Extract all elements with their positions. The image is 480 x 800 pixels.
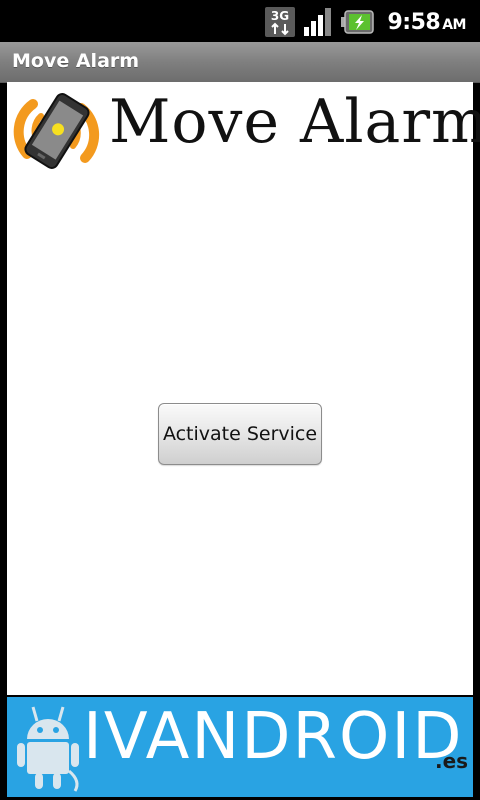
status-bar: 3G 9:58 AM [0, 0, 480, 42]
phone-screen: 3G 9:58 AM Move Alarm Move Alarm Activat… [0, 0, 480, 800]
battery-charging-icon [341, 9, 375, 35]
3g-data-icon: 3G [265, 7, 296, 37]
clock-time: 9:58 [387, 9, 441, 35]
activate-service-button[interactable]: Activate Service [158, 403, 322, 465]
network-type-label: 3G [271, 9, 289, 23]
status-clock: 9:58 AM [387, 10, 466, 35]
main-content: Move Alarm Activate Service [7, 82, 480, 695]
phone-vibrate-icon [11, 84, 103, 182]
app-title-bar: Move Alarm [0, 42, 480, 83]
signal-strength-icon [303, 7, 333, 37]
android-robot-icon [15, 701, 85, 797]
ivandroid-banner[interactable]: IVANDROID .es [7, 697, 473, 797]
app-logo-banner: Move Alarm [11, 82, 480, 182]
app-wordmark: Move Alarm [109, 87, 480, 157]
ivandroid-tld: .es [435, 749, 469, 773]
clock-ampm: AM [442, 16, 466, 33]
ivandroid-wordmark: IVANDROID [83, 700, 464, 774]
app-title: Move Alarm [12, 50, 140, 72]
status-icons: 3G 9:58 AM [265, 5, 466, 39]
